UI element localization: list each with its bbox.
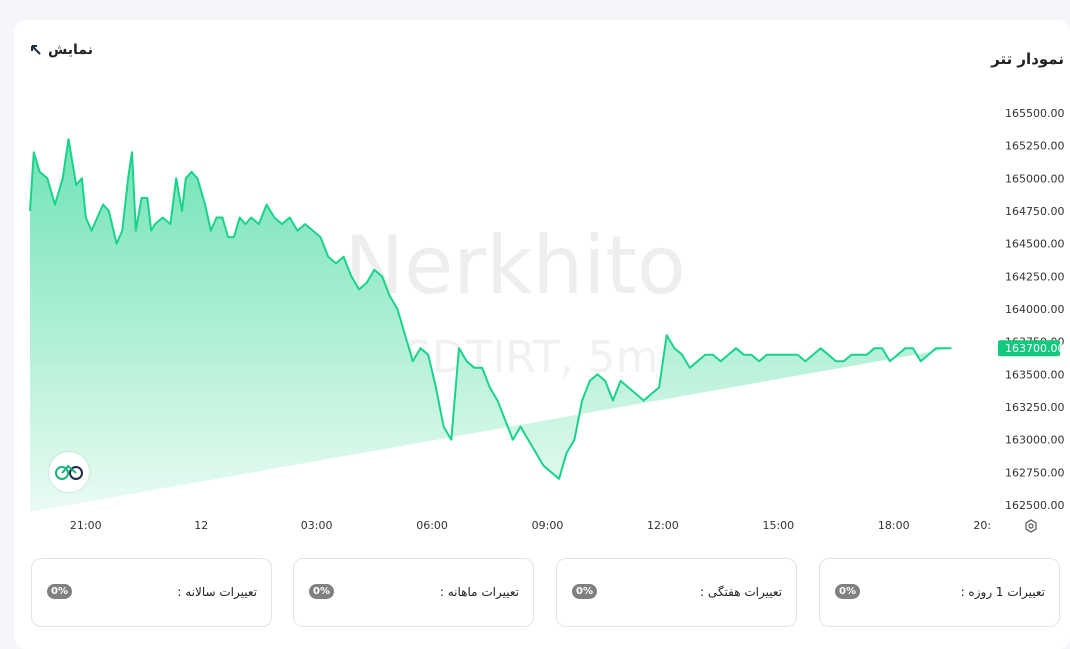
x-tick-label: 21:00 [70, 519, 102, 532]
brand-logo [49, 452, 89, 492]
x-tick-label: 06:00 [416, 519, 448, 532]
stat-monthly-badge: 0% [309, 584, 334, 599]
y-tick-label: 162500.00 [1005, 499, 1065, 512]
stat-daily-badge: 0% [835, 584, 860, 599]
watermark-brand: Nerkhito [344, 219, 686, 312]
settings-icon[interactable] [1024, 518, 1038, 533]
y-tick-label: 163250.00 [1005, 401, 1065, 414]
stat-daily: تعییرات 1 روزه : 0% [819, 558, 1060, 627]
y-tick-label: 164250.00 [1005, 270, 1065, 283]
y-tick-label: 164000.00 [1005, 303, 1065, 316]
y-tick-label: 165250.00 [1005, 140, 1065, 153]
x-tick-label: 20: [973, 519, 991, 532]
y-tick-label: 165000.00 [1005, 172, 1065, 185]
stat-daily-label: تعییرات 1 روزه : [960, 585, 1045, 599]
y-tick-label: 163000.00 [1005, 434, 1065, 447]
y-tick-label: 164750.00 [1005, 205, 1065, 218]
stat-weekly: تعییرات هفتگی : 0% [556, 558, 797, 627]
price-chart[interactable]: Nerkhito USDTIRT, 5m 165500.00165250.001… [0, 0, 1070, 649]
x-tick-label: 12 [194, 519, 208, 532]
stat-yearly-badge: 0% [47, 584, 72, 599]
y-tick-label: 163500.00 [1005, 368, 1065, 381]
x-tick-label: 09:00 [532, 519, 564, 532]
x-tick-label: 18:00 [878, 519, 910, 532]
stat-weekly-label: تعییرات هفتگی : [700, 585, 782, 599]
y-tick-label: 164500.00 [1005, 238, 1065, 251]
stat-yearly-label: تعییرات سالانه : [177, 585, 257, 599]
x-tick-label: 12:00 [647, 519, 679, 532]
stat-monthly: تعییرات ماهانه : 0% [293, 558, 534, 627]
price-area [30, 139, 952, 512]
stat-monthly-label: تعییرات ماهانه : [439, 585, 519, 599]
stat-weekly-badge: 0% [572, 584, 597, 599]
y-tick-label: 162750.00 [1005, 466, 1065, 479]
current-price-label: 163700.00 [1005, 342, 1065, 355]
y-tick-label: 165500.00 [1005, 107, 1065, 120]
x-tick-label: 03:00 [301, 519, 333, 532]
logo-icon [55, 464, 83, 480]
x-tick-label: 15:00 [762, 519, 794, 532]
stat-yearly: تعییرات سالانه : 0% [31, 558, 272, 627]
